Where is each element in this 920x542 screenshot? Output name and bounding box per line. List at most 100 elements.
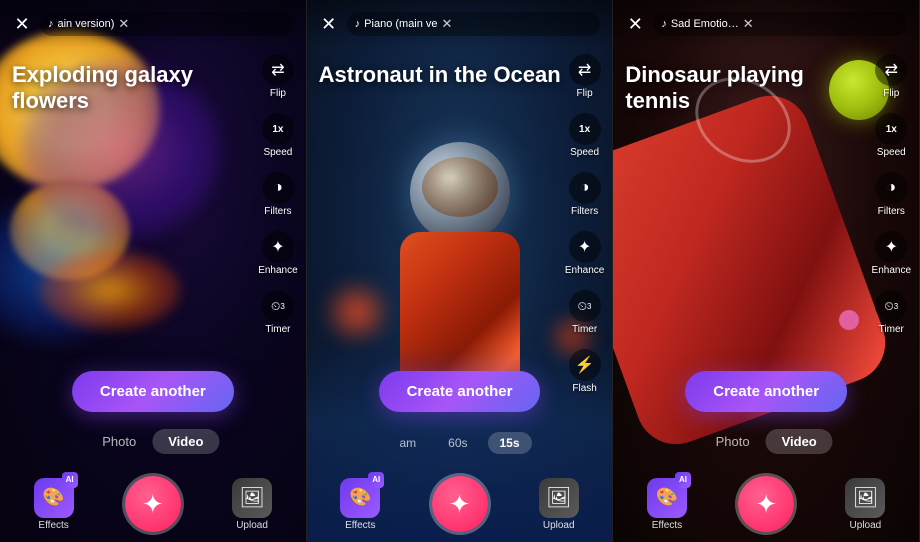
right-toolbar-1: ⇄ Flip 1x Speed ◑ Filters ✦ Enhance ⏲3 T…: [254, 50, 301, 345]
flip-icon-2: ⇄: [569, 54, 601, 86]
duration-tab-am[interactable]: am: [387, 432, 428, 454]
timer-button-3[interactable]: ⏲3 Timer: [871, 286, 911, 339]
flip-button-1[interactable]: ⇄ Flip: [258, 50, 298, 103]
timer-button-2[interactable]: ⏲3 Timer: [565, 286, 605, 339]
timer-icon-3: ⏲3: [875, 290, 907, 322]
upload-label-text-3: Upload: [850, 520, 882, 531]
upload-icon-1: [232, 478, 272, 518]
upload-icon-bg-2: [539, 478, 579, 518]
duration-tab-15s[interactable]: 15s: [488, 432, 532, 454]
music-close-2[interactable]: ✕: [442, 16, 453, 32]
effects-button-2[interactable]: 🎨 AI Effects: [340, 478, 380, 531]
music-info-3[interactable]: ♪ Sad Emotio… ✕: [653, 12, 907, 36]
speed-label-2: Speed: [570, 147, 599, 158]
create-another-button-1[interactable]: Create another: [72, 371, 234, 412]
upload-label-text-2: Upload: [543, 520, 575, 531]
capture-star-icon-2: ✦: [449, 489, 471, 520]
right-toolbar-2: ⇄ Flip 1x Speed ◑ Filters ✦ Enhance ⏲3 T…: [561, 50, 608, 404]
speed-button-3[interactable]: 1x Speed: [871, 109, 911, 162]
music-info-1[interactable]: ♪ ain version) ✕: [40, 12, 294, 36]
capture-star-icon-3: ✦: [755, 489, 777, 520]
enhance-icon-2: ✦: [569, 231, 601, 263]
effects-button-3[interactable]: 🎨 AI Effects: [647, 478, 687, 531]
capture-button-2[interactable]: ✦: [432, 476, 488, 532]
ai-badge-3: AI: [675, 472, 691, 488]
speed-button-2[interactable]: 1x Speed: [565, 109, 605, 162]
video-title-1: Exploding galaxy flowers: [12, 62, 256, 115]
color-splat-1: [317, 282, 397, 342]
filters-icon-1: ◑: [262, 172, 294, 204]
flash-icon-2: ⚡: [569, 349, 601, 381]
music-close-3[interactable]: ✕: [743, 16, 754, 32]
flip-label-3: Flip: [883, 88, 899, 99]
speed-icon-1: 1x: [262, 113, 294, 145]
top-bar-3: ✕ ♪ Sad Emotio… ✕: [613, 0, 919, 48]
timer-label-3: Timer: [879, 324, 904, 335]
video-tab-3[interactable]: Video: [766, 429, 833, 454]
media-tabs-1: Photo Video: [86, 429, 219, 454]
create-another-button-3[interactable]: Create another: [685, 371, 847, 412]
enhance-button-3[interactable]: ✦ Enhance: [868, 227, 915, 280]
capture-button-3[interactable]: ✦: [738, 476, 794, 532]
flip-icon-1: ⇄: [262, 54, 294, 86]
timer-label-2: Timer: [572, 324, 597, 335]
ai-badge-1: AI: [62, 472, 78, 488]
capture-button-1[interactable]: ✦: [125, 476, 181, 532]
filters-button-1[interactable]: ◑ Filters: [258, 168, 298, 221]
upload-button-1[interactable]: Upload: [232, 478, 272, 531]
flash-button-2[interactable]: ⚡ Flash: [565, 345, 605, 398]
video-title-2: Astronaut in the Ocean: [319, 62, 563, 88]
close-button-2[interactable]: ✕: [315, 10, 343, 38]
duration-tab-60s[interactable]: 60s: [436, 432, 479, 454]
create-another-button-2[interactable]: Create another: [379, 371, 541, 412]
filters-button-2[interactable]: ◑ Filters: [565, 168, 605, 221]
enhance-label-3: Enhance: [872, 265, 911, 276]
effects-label-text-3: Effects: [652, 520, 682, 531]
upload-button-2[interactable]: Upload: [539, 478, 579, 531]
filters-label-3: Filters: [878, 206, 905, 217]
enhance-button-1[interactable]: ✦ Enhance: [254, 227, 301, 280]
upload-button-3[interactable]: Upload: [845, 478, 885, 531]
filters-icon-3: ◑: [875, 172, 907, 204]
filters-label-2: Filters: [571, 206, 598, 217]
panel-galaxy: ✕ ♪ ain version) ✕ Exploding galaxy flow…: [0, 0, 307, 542]
photo-tab-1[interactable]: Photo: [86, 429, 152, 454]
duration-tabs-2: am 60s 15s: [387, 432, 531, 454]
speed-button-1[interactable]: 1x Speed: [258, 109, 298, 162]
astronaut-helmet: [410, 142, 510, 242]
enhance-icon-3: ✦: [875, 231, 907, 263]
top-bar-2: ✕ ♪ Piano (main ve ✕: [307, 0, 613, 48]
media-tabs-3: Photo Video: [700, 429, 833, 454]
upload-icon-bg-3: [845, 478, 885, 518]
music-note-icon-3: ♪: [661, 18, 667, 30]
filters-button-3[interactable]: ◑ Filters: [871, 168, 911, 221]
panel-astronaut: ✕ ♪ Piano (main ve ✕ Astronaut in the Oc…: [307, 0, 614, 542]
timer-button-1[interactable]: ⏲3 Timer: [258, 286, 298, 339]
timer-icon-2: ⏲3: [569, 290, 601, 322]
music-title-1: ain version): [58, 18, 115, 30]
effects-label-text-2: Effects: [345, 520, 375, 531]
photo-tab-3[interactable]: Photo: [700, 429, 766, 454]
flip-button-2[interactable]: ⇄ Flip: [565, 50, 605, 103]
close-button-1[interactable]: ✕: [8, 10, 36, 38]
close-button-3[interactable]: ✕: [621, 10, 649, 38]
video-tab-1[interactable]: Video: [152, 429, 219, 454]
enhance-label-1: Enhance: [258, 265, 297, 276]
flip-button-3[interactable]: ⇄ Flip: [871, 50, 911, 103]
music-close-1[interactable]: ✕: [118, 16, 129, 32]
capture-star-icon-1: ✦: [142, 489, 164, 520]
enhance-button-2[interactable]: ✦ Enhance: [561, 227, 608, 280]
effects-label-1: Effects: [38, 520, 68, 531]
music-note-icon-2: ♪: [355, 18, 361, 30]
timer-label-1: Timer: [265, 324, 290, 335]
speed-label-3: Speed: [877, 147, 906, 158]
speed-icon-3: 1x: [875, 113, 907, 145]
bottom-toolbar-2: 🎨 AI Effects ✦ Upload: [307, 476, 613, 532]
enhance-icon-1: ✦: [262, 231, 294, 263]
panel-dinosaur: ✕ ♪ Sad Emotio… ✕ Dinosaur playing tenni…: [613, 0, 920, 542]
top-bar-1: ✕ ♪ ain version) ✕: [0, 0, 306, 48]
effects-button-1[interactable]: 🎨 AI Effects: [34, 478, 74, 531]
music-info-2[interactable]: ♪ Piano (main ve ✕: [347, 12, 601, 36]
flip-icon-3: ⇄: [875, 54, 907, 86]
speed-icon-2: 1x: [569, 113, 601, 145]
